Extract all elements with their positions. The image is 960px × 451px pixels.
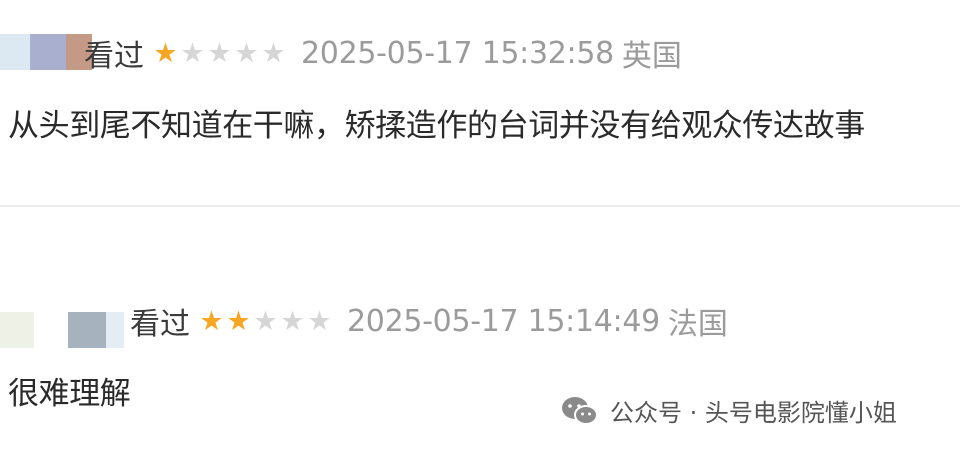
review-item: 看过 ★ ★ ★ ★ ★ 2025-05-17 15:32:58 英国 从头到尾不知道在… [0, 0, 960, 206]
star-empty-icon: ★ [253, 305, 278, 337]
review-content: 很难理解 [8, 376, 131, 412]
avatar[interactable] [0, 312, 130, 348]
star-filled-icon: ★ [226, 305, 251, 337]
star-empty-icon: ★ [261, 37, 286, 69]
watermark-text: 公众号 · 头号电影院懂小姐 [610, 399, 897, 427]
watch-status: 看过 [130, 307, 190, 342]
review-time: 2025-05-17 15:32:58 [301, 35, 614, 71]
star-empty-icon: ★ [280, 305, 305, 337]
star-filled-icon: ★ [153, 37, 178, 69]
review-meta: 看过 ★ ★ ★ ★ ★ 2025-05-17 15:32:58 英国 [84, 33, 682, 75]
avatar[interactable] [0, 34, 96, 70]
star-empty-icon: ★ [234, 37, 259, 69]
review-location: 英国 [621, 39, 682, 74]
review-meta: 看过 ★ ★ ★ ★ ★ 2025-05-17 15:14:49 法国 [130, 301, 728, 343]
watch-status: 看过 [84, 39, 144, 74]
divider [0, 205, 960, 207]
star-empty-icon: ★ [307, 305, 332, 337]
watermark: 公众号 · 头号电影院懂小姐 [560, 393, 897, 428]
review-content: 从头到尾不知道在干嘛，矫揉造作的台词并没有给观众传达故事 [8, 108, 865, 144]
star-rating: ★ ★ ★ ★ ★ [152, 40, 287, 67]
wechat-icon [562, 396, 598, 425]
star-empty-icon: ★ [180, 37, 205, 69]
star-rating: ★ ★ ★ ★ ★ [198, 308, 333, 335]
star-filled-icon: ★ [199, 305, 224, 337]
review-time: 2025-05-17 15:14:49 [347, 303, 660, 339]
review-location: 法国 [667, 307, 728, 342]
star-empty-icon: ★ [207, 37, 232, 69]
